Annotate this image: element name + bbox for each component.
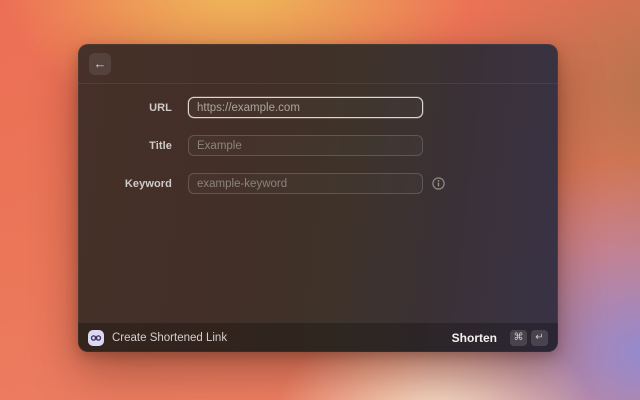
shorten-button[interactable]: Shorten xyxy=(452,331,497,345)
form-row-keyword: Keyword xyxy=(78,173,558,194)
window-header: ← xyxy=(78,44,558,84)
keyword-input[interactable] xyxy=(188,173,423,194)
footer-action-bar: Create Shortened Link Shorten ⌘ ↵ xyxy=(78,322,558,352)
footer-command-title: Create Shortened Link xyxy=(112,331,228,344)
form-row-title: Title xyxy=(78,135,558,156)
info-icon xyxy=(432,177,445,190)
form-body: URL Title Keyword xyxy=(78,84,558,322)
keyword-label: Keyword xyxy=(124,177,172,190)
link-icon xyxy=(88,329,104,346)
desktop-wallpaper: { "window": { "header": { "back_icon_gly… xyxy=(0,0,640,400)
url-input[interactable] xyxy=(188,97,423,118)
back-arrow-icon: ← xyxy=(93,56,107,71)
url-label: URL xyxy=(149,101,172,114)
create-shortened-link-window: ← URL Title Keyword xyxy=(78,44,558,352)
command-key-icon[interactable]: ⌘ xyxy=(510,329,527,346)
form-row-url: URL xyxy=(78,97,558,118)
title-input[interactable] xyxy=(188,135,423,156)
title-label: Title xyxy=(149,139,172,152)
return-key-icon[interactable]: ↵ xyxy=(531,329,548,346)
back-button[interactable]: ← xyxy=(89,52,111,75)
